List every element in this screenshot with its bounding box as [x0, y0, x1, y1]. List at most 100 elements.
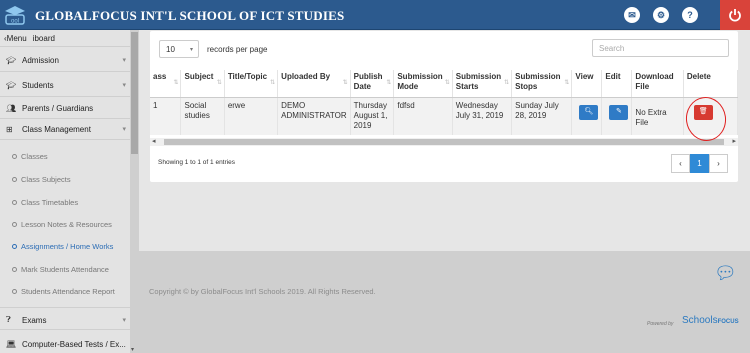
power-button[interactable]: [720, 0, 750, 30]
scrollbar-thumb[interactable]: [131, 32, 138, 154]
sidebar-subitem-lesson-notes[interactable]: Lesson Notes & Resources: [12, 220, 112, 229]
column-header-label: Submission Mode: [397, 72, 443, 91]
sort-icon: ⇅: [173, 80, 179, 86]
scroll-down-arrow-icon[interactable]: ▾: [131, 346, 134, 353]
cell-title: erwe: [224, 97, 279, 135]
sidebar-subitem-class-timetables[interactable]: Class Timetables: [12, 198, 78, 207]
column-header-label: Publish Date: [353, 72, 383, 91]
column-header[interactable]: Submission Stops ⇅: [511, 70, 573, 98]
sidebar-item-exams[interactable]: ❓︎ Exams ▾: [0, 313, 130, 327]
footer: Copyright © by GlobalFocus Int'l Schools…: [139, 251, 750, 353]
sort-icon: ⇅: [342, 80, 348, 86]
sidebar-item-cbt[interactable]: 💻︎ Computer-Based Tests / Ex...: [0, 337, 130, 351]
column-header[interactable]: Submission Starts ⇅: [452, 70, 513, 98]
help-icon[interactable]: ?: [682, 7, 698, 23]
sidebar-menu-hidden-text: iboard: [32, 33, 55, 43]
svg-text:ool: ool: [11, 19, 19, 25]
column-header-label: Submission Starts: [455, 72, 502, 91]
sidebar-menu-toggle[interactable]: ‹ Menu iboard: [0, 32, 130, 44]
search-input[interactable]: Search: [592, 39, 729, 57]
divider: [0, 329, 130, 330]
chevron-down-icon: ▾: [189, 46, 193, 53]
circle-icon: [12, 200, 17, 205]
search-icon: 🔍︎: [584, 108, 594, 115]
cell-subject: Social studies: [180, 97, 225, 135]
circle-icon: [12, 244, 17, 249]
sort-icon: ⇅: [504, 80, 510, 86]
view-button[interactable]: 🔍︎: [579, 104, 599, 120]
chevron-down-icon: ▾: [122, 317, 126, 324]
circle-icon: [12, 177, 17, 182]
column-header[interactable]: Uploaded By ⇅: [277, 70, 351, 98]
divider: [0, 46, 130, 47]
cell-submission-stops: Sunday July 28, 2019: [511, 97, 573, 135]
column-header[interactable]: View: [571, 70, 603, 98]
table-header-row: ass ⇅ Subject ⇅ Title/Topic ⇅ Uploaded By ⇅ …: [150, 70, 739, 98]
sidebar-item-label: Parents / Guardians: [22, 103, 94, 113]
sidebar-item-class-management[interactable]: ⊞ Class Management ▾: [0, 121, 130, 137]
sidebar-subitem-assignments[interactable]: Assignments / Home Works: [12, 242, 113, 251]
divider: [0, 118, 130, 119]
brand-suffix: FOCUS: [717, 319, 739, 325]
scroll-right-arrow-icon[interactable]: ▸: [732, 137, 736, 145]
sort-icon: ⇅: [444, 80, 450, 86]
sort-icon: ⇅: [270, 80, 276, 86]
pagination: ‹ 1 ›: [671, 154, 728, 173]
circle-icon: [12, 289, 17, 294]
table-info: Showing 1 to 1 of 1 entries: [158, 159, 235, 166]
edit-icon: ✎: [615, 108, 622, 115]
pagination-next-button[interactable]: ›: [709, 154, 728, 173]
scrollbar-thumb[interactable]: [164, 139, 724, 145]
column-header-label: Subject: [184, 72, 214, 81]
divider: [0, 139, 130, 140]
column-header[interactable]: Download File: [631, 70, 684, 98]
column-header[interactable]: Submission Mode ⇅: [393, 70, 453, 98]
column-header[interactable]: ass ⇅: [150, 70, 182, 98]
column-header[interactable]: Title/Topic ⇅: [224, 70, 279, 98]
logo-icon[interactable]: ool: [4, 4, 26, 26]
sidebar-subitem-label: Lesson Notes & Resources: [21, 220, 112, 229]
column-header[interactable]: Edit: [601, 70, 633, 98]
column-header-label: Delete: [686, 72, 711, 81]
pagination-page-button[interactable]: 1: [690, 154, 709, 173]
column-header[interactable]: Subject ⇅: [180, 70, 225, 98]
sidebar-scrollbar[interactable]: ▾: [130, 30, 139, 353]
cell-submission-mode: fdfsd: [393, 97, 453, 135]
settings-icon[interactable]: ⚙: [653, 7, 669, 23]
scroll-left-arrow-icon[interactable]: ◂: [152, 137, 156, 145]
cell-uploaded-by: DEMO ADMINISTRATOR: [277, 97, 351, 135]
table-horizontal-scrollbar[interactable]: ◂ ▸: [150, 138, 738, 146]
sidebar-subitem-classes[interactable]: Classes: [12, 152, 48, 161]
graduation-cap-icon: 🎓︎: [6, 55, 17, 65]
divider: [0, 96, 130, 97]
page-length-select[interactable]: 10 ▾: [159, 40, 199, 58]
sidebar-subitem-label: Class Timetables: [21, 198, 79, 207]
sidebar-subitem-label: Classes: [21, 152, 48, 161]
sidebar-item-label: Computer-Based Tests / Ex...: [22, 339, 126, 349]
column-header[interactable]: Publish Date ⇅: [350, 70, 395, 98]
column-header-label: View: [575, 72, 594, 81]
sidebar-subitem-mark-attendance[interactable]: Mark Students Attendance: [12, 265, 109, 274]
circle-icon: [12, 222, 17, 227]
sidebar-subitem-attendance-report[interactable]: Students Attendance Report: [12, 287, 115, 296]
chevron-down-icon: ▾: [122, 57, 126, 64]
edit-button[interactable]: ✎: [609, 104, 629, 120]
sidebar-item-parents[interactable]: 👥︎ Parents / Guardians: [0, 100, 130, 116]
brand-logo[interactable]: SchoolsFOCUS: [682, 315, 739, 326]
mail-icon[interactable]: ✉: [624, 7, 640, 23]
powered-by-label: Powered by: [647, 321, 674, 327]
sidebar-item-admission[interactable]: 🎓︎ Admission ▾: [0, 52, 130, 68]
column-header[interactable]: Delete: [683, 70, 739, 98]
column-header-label: Submission Stops: [515, 72, 561, 91]
sidebar-item-label: Class Management: [22, 124, 91, 134]
sidebar: ‹ Menu iboard 🎓︎ Admission ▾ 🎓︎ Students…: [0, 30, 139, 353]
column-header-label: Edit: [605, 72, 621, 81]
sidebar-subitem-class-subjects[interactable]: Class Subjects: [12, 175, 71, 184]
cell-submission-starts: Wednesday July 31, 2019: [452, 97, 513, 135]
sidebar-item-students[interactable]: 🎓︎ Students ▾: [0, 77, 130, 93]
table-row: 1 Social studies erwe DEMO ADMINISTRATOR…: [150, 97, 739, 135]
pagination-prev-button[interactable]: ‹: [671, 154, 690, 173]
column-header-label: Uploaded By: [281, 72, 331, 81]
sidebar-subitem-label: Mark Students Attendance: [21, 265, 109, 274]
chat-icon[interactable]: 💬︎: [714, 263, 737, 284]
